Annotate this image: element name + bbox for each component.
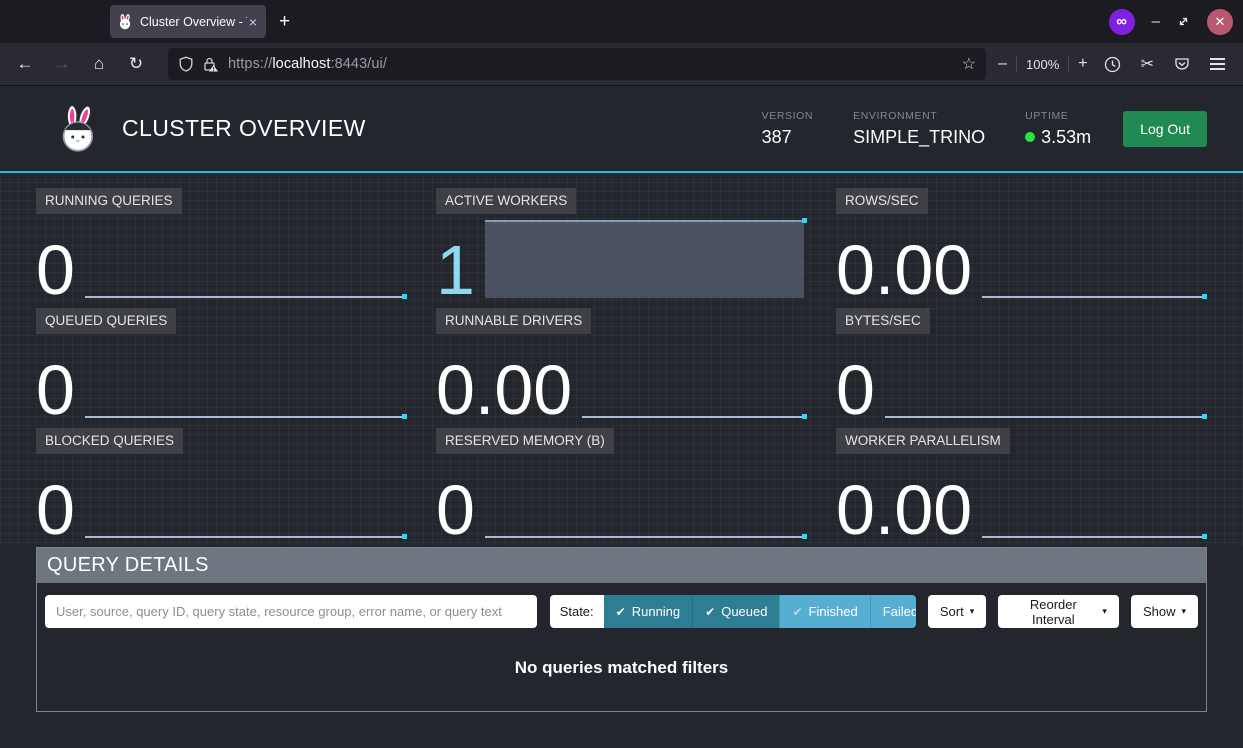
tab-close-icon[interactable]: × — [247, 14, 259, 30]
shield-icon[interactable] — [178, 56, 194, 72]
chevron-down-icon: ▾ — [1102, 606, 1107, 617]
check-icon: ✔ — [792, 605, 802, 619]
stat-version: VERSION 387 — [762, 110, 813, 148]
chevron-down-icon: ▾ — [1181, 606, 1186, 617]
sort-dropdown[interactable]: Sort▾ — [928, 595, 986, 628]
menu-hamburger-icon[interactable] — [1210, 58, 1225, 70]
tab-title: Cluster Overview - Trino — [140, 15, 247, 29]
state-filter-label: State: — [550, 595, 604, 628]
window-minimize-button[interactable]: – — [1152, 13, 1160, 30]
sparkline — [85, 340, 407, 418]
metric-runnable-drivers: RUNNABLE DRIVERS 0.00 — [436, 308, 807, 418]
browser-navbar: ← → ⌂ ↻ https://localhost:8443/ui/ ☆ – 1… — [0, 43, 1243, 86]
sparkline — [885, 340, 1207, 418]
window-close-button[interactable]: ✕ — [1207, 9, 1233, 35]
zoom-level[interactable]: 100% — [1026, 57, 1059, 72]
state-filter-queued[interactable]: ✔ Queued — [692, 595, 779, 628]
query-details-title: QUERY DETAILS — [37, 548, 1206, 583]
reorder-interval-dropdown[interactable]: Reorder Interval▾ — [998, 595, 1119, 628]
sparkline — [982, 460, 1207, 538]
browser-titlebar: Cluster Overview - Trino × + ∞ – ✕ — [0, 0, 1243, 43]
sparkline — [982, 220, 1207, 298]
back-icon[interactable]: ← — [12, 54, 38, 74]
state-filter-finished[interactable]: ✔ Finished — [779, 595, 869, 628]
metric-queued-queries: QUEUED QUERIES 0 — [36, 308, 407, 418]
metric-blocked-queries: BLOCKED QUERIES 0 — [36, 428, 407, 538]
reload-icon[interactable]: ↻ — [123, 54, 149, 74]
stat-environment: ENVIRONMENT SIMPLE_TRINO — [853, 110, 985, 148]
trino-bunny-logo — [56, 105, 102, 153]
sparkline — [485, 460, 807, 538]
private-browsing-icon: ∞ — [1109, 9, 1135, 35]
metric-reserved-memory: RESERVED MEMORY (B) 0 — [436, 428, 807, 538]
home-icon[interactable]: ⌂ — [86, 54, 112, 74]
window-maximize-button[interactable] — [1177, 15, 1190, 28]
zoom-controls: – 100% + — [998, 55, 1088, 73]
sparkline — [582, 340, 807, 418]
pocket-icon[interactable] — [1174, 56, 1190, 72]
state-filter-running[interactable]: ✔ Running — [604, 595, 693, 628]
trino-favicon — [117, 14, 133, 30]
sparkline — [85, 460, 407, 538]
history-clock-icon[interactable] — [1104, 56, 1121, 73]
page-title: CLUSTER OVERVIEW — [122, 115, 366, 142]
query-details-panel: QUERY DETAILS State: ✔ Running ✔ Queued … — [36, 547, 1207, 712]
screenshot-scissors-icon[interactable]: ✂ — [1141, 54, 1154, 74]
show-dropdown[interactable]: Show▾ — [1131, 595, 1198, 628]
chevron-down-icon: ▾ — [970, 606, 975, 617]
zoom-out-button[interactable]: – — [998, 55, 1007, 73]
lock-warning-icon[interactable] — [202, 56, 219, 72]
app-header: CLUSTER OVERVIEW VERSION 387 ENVIRONMENT… — [0, 86, 1243, 173]
check-icon: ✔ — [616, 605, 626, 619]
logout-button[interactable]: Log Out — [1123, 111, 1207, 147]
sparkline — [85, 220, 407, 298]
bookmark-star-icon[interactable]: ☆ — [962, 54, 976, 74]
state-filter-failed-dropdown[interactable]: Failed ▾ — [870, 595, 916, 628]
query-search-input[interactable] — [45, 595, 537, 628]
new-tab-button[interactable]: + — [279, 11, 290, 33]
no-queries-message: No queries matched filters — [45, 658, 1198, 678]
browser-tab[interactable]: Cluster Overview - Trino × — [110, 5, 266, 38]
forward-icon[interactable]: → — [49, 54, 75, 74]
uptime-status-dot — [1025, 132, 1035, 142]
sparkline — [485, 220, 807, 298]
metric-running-queries: RUNNING QUERIES 0 — [36, 188, 407, 298]
metric-worker-parallelism: WORKER PARALLELISM 0.00 — [836, 428, 1207, 538]
metric-rows-sec: ROWS/SEC 0.00 — [836, 188, 1207, 298]
metric-active-workers: ACTIVE WORKERS 1 — [436, 188, 807, 298]
zoom-in-button[interactable]: + — [1078, 55, 1087, 73]
state-filter-group: State: ✔ Running ✔ Queued ✔ Finished Fai… — [550, 595, 916, 628]
url-bar[interactable]: https://localhost:8443/ui/ ☆ — [168, 48, 986, 80]
url-text[interactable]: https://localhost:8443/ui/ — [228, 56, 387, 72]
metric-bytes-sec: BYTES/SEC 0 — [836, 308, 1207, 418]
metrics-dashboard: RUNNING QUERIES 0 ACTIVE WORKERS 1 ROWS/… — [0, 173, 1243, 547]
check-icon: ✔ — [705, 605, 715, 619]
query-filter-toolbar: State: ✔ Running ✔ Queued ✔ Finished Fai… — [45, 595, 1198, 628]
stat-uptime: UPTIME 3.53m — [1025, 110, 1091, 148]
cluster-stats: VERSION 387 ENVIRONMENT SIMPLE_TRINO UPT… — [762, 110, 1092, 148]
